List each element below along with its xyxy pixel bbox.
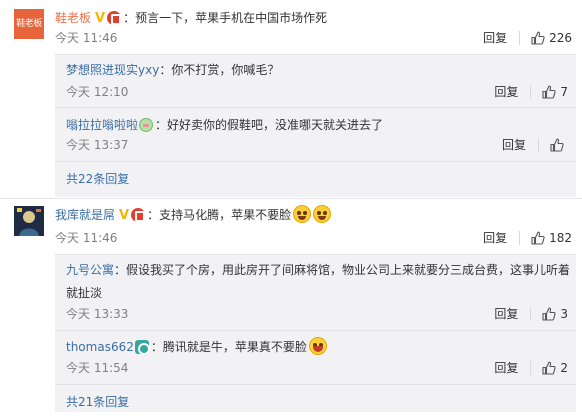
member-badge-icon (139, 117, 154, 132)
camera-badge-icon (134, 339, 150, 355)
reply-username[interactable]: 九号公寓 (66, 263, 114, 277)
reply-username[interactable]: 嗡拉拉嗡啦啦 (66, 118, 138, 132)
smiley-emoji-icon (313, 205, 332, 223)
thumbs-up-icon[interactable] (542, 85, 556, 99)
divider (519, 30, 521, 45)
comment-time: 今天 11:46 (55, 31, 118, 45)
more-replies-link[interactable]: 共22条回复 (66, 170, 129, 188)
divider (0, 198, 582, 199)
member-badge-icon (107, 10, 122, 25)
thumbs-up-icon[interactable] (531, 31, 545, 45)
like-count: 7 (560, 85, 568, 99)
like-count: 182 (549, 231, 572, 245)
comment-username[interactable]: 鞋老板 (55, 11, 91, 25)
reply-username[interactable]: thomas662 (66, 340, 134, 354)
avatar[interactable] (14, 206, 44, 236)
more-replies-link[interactable]: 共21条回复 (66, 393, 129, 411)
divider (530, 84, 532, 99)
divider (538, 137, 539, 152)
verified-v-icon: V (95, 10, 106, 26)
thumbs-up-icon[interactable] (542, 307, 556, 321)
reply-line: 九号公寓：假设我买了个房，用此房开了间麻将馆，物业公司上来就要分三成台费，这事儿… (66, 263, 571, 300)
comment-text: 预言一下，苹果手机在中国市场作死 (135, 11, 328, 25)
reply-text: 腾讯就是牛，苹果真不要脸 (162, 340, 307, 354)
reply-line: 梦想照进现实yxy：你不打赏，你喊毛？ (66, 63, 280, 77)
comment-time: 今天 11:46 (55, 231, 118, 245)
divider (55, 330, 576, 331)
comment-text: 支持马化腾，苹果不要脸 (159, 208, 292, 222)
reply-time: 今天 13:37 (66, 138, 129, 152)
divider (55, 161, 576, 162)
avatar[interactable]: 鞋老板 (14, 9, 44, 39)
like-count: 226 (549, 31, 572, 45)
verified-v-icon: V (119, 207, 130, 223)
divider (519, 230, 521, 245)
reply-actions: 回复 3 (494, 305, 568, 323)
reply-button[interactable]: 回复 (494, 361, 518, 375)
laughing-emoji-icon (308, 337, 327, 355)
comment-actions: 回复 226 (483, 29, 572, 47)
comment-line: 鞋老板 V ：预言一下，苹果手机在中国市场作死 (55, 10, 328, 26)
comment-username[interactable]: 我库就是屌 (55, 208, 115, 222)
reply-text: 好好卖你的假鞋吧，没准哪天就关进去了 (167, 118, 384, 132)
thumbs-up-icon[interactable] (531, 231, 545, 245)
reply-username[interactable]: 梦想照进现实yxy (66, 63, 159, 77)
avatar-text: 鞋老板 (16, 19, 42, 29)
reply-line: 嗡拉拉嗡啦啦 ：好好卖你的假鞋吧，没准哪天就关进去了 (66, 117, 384, 132)
like-count: 3 (560, 307, 568, 321)
divider (55, 384, 576, 385)
divider (530, 306, 532, 321)
like-count: 2 (560, 361, 568, 375)
reply-button[interactable]: 回复 (502, 138, 526, 152)
reply-time: 今天 11:54 (66, 361, 129, 375)
avatar-image (14, 206, 44, 236)
reply-actions: 回复 2 (494, 359, 568, 377)
member-badge-icon (131, 207, 146, 222)
reply-time: 今天 13:33 (66, 307, 129, 321)
comment-line: 我库就是屌 V ：支持马化腾，苹果不要脸 (55, 205, 332, 224)
reply-button[interactable]: 回复 (483, 231, 507, 245)
divider (530, 360, 532, 375)
reply-actions: 回复 7 (494, 83, 568, 101)
thumbs-up-icon[interactable] (542, 361, 556, 375)
comment-actions: 回复 182 (483, 229, 572, 247)
thumbs-up-icon[interactable] (550, 138, 564, 152)
reply-button[interactable]: 回复 (494, 85, 518, 99)
reply-button[interactable]: 回复 (483, 31, 507, 45)
reply-text: 假设我买了个房，用此房开了间麻将馆，物业公司上来就要分三成台费，这事儿听着就扯淡 (66, 263, 571, 300)
reply-line: thomas662 ：腾讯就是牛，苹果真不要脸 (66, 337, 327, 356)
smiley-emoji-icon (293, 205, 312, 223)
reply-time: 今天 12:10 (66, 85, 129, 99)
reply-button[interactable]: 回复 (494, 307, 518, 321)
reply-text: 你不打赏，你喊毛？ (171, 63, 280, 77)
reply-actions: 回复 (502, 136, 568, 154)
divider (55, 107, 576, 108)
